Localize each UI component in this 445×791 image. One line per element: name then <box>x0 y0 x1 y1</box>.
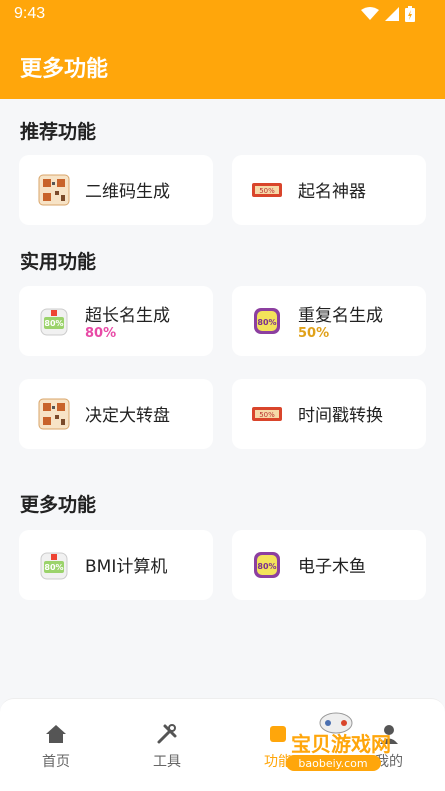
watermark-title: 宝贝游戏网 <box>291 732 391 756</box>
site-watermark: 宝贝游戏网 baobeiy.com <box>286 712 391 771</box>
tab-label: 首页 <box>42 754 70 770</box>
status-icons <box>361 6 415 22</box>
qr-code-icon <box>38 398 70 430</box>
badge-80-icon: 80% <box>40 308 68 336</box>
card-label: 电子木鱼 <box>298 557 366 577</box>
svg-text:80%: 80% <box>44 319 63 328</box>
percent-value: 80% <box>85 326 117 341</box>
badge-80-icon: 80% <box>40 552 68 580</box>
section-title-recommended: 推荐功能 <box>20 121 97 143</box>
name-tag-icon: 50% <box>252 407 282 421</box>
card-label: 决定大转盘 <box>85 406 170 426</box>
tools-icon <box>157 724 177 744</box>
svg-text:50%: 50% <box>259 411 275 419</box>
app-header: 9:43 更多功能 <box>0 0 445 99</box>
svg-text:80%: 80% <box>44 563 63 572</box>
badge-80-icon: 80% <box>254 552 280 578</box>
card-name-generator[interactable]: 50% 起名神器 <box>232 155 426 225</box>
card-label: 重复名生成 <box>298 306 383 326</box>
card-decision-wheel[interactable]: 决定大转盘 <box>19 379 213 449</box>
card-timestamp-convert[interactable]: 50% 时间戳转换 <box>232 379 426 449</box>
svg-text:80%: 80% <box>257 318 276 327</box>
card-long-name[interactable]: 80% 超长名生成 80% <box>19 286 213 356</box>
card-label: 时间戳转换 <box>298 406 383 426</box>
section-title-more: 更多功能 <box>20 494 97 516</box>
card-label: 起名神器 <box>298 182 366 202</box>
card-qr-generator[interactable]: 二维码生成 <box>19 155 213 225</box>
tab-tools[interactable]: 工具 <box>137 723 197 771</box>
card-label: 超长名生成 <box>85 306 170 326</box>
section-title-practical: 实用功能 <box>20 251 97 273</box>
card-bmi-calculator[interactable]: 80% BMI计算机 <box>19 530 213 600</box>
card-label: BMI计算机 <box>85 557 168 577</box>
battery-icon <box>405 6 415 22</box>
card-wooden-fish[interactable]: 80% 电子木鱼 <box>232 530 426 600</box>
status-time: 9:43 <box>14 5 46 22</box>
svg-text:80%: 80% <box>257 562 276 571</box>
name-tag-icon: 50% <box>252 183 282 197</box>
badge-80-icon: 80% <box>254 308 280 334</box>
svg-text:50%: 50% <box>259 187 275 195</box>
tab-home[interactable]: 首页 <box>26 723 86 771</box>
wifi-icon <box>361 7 379 20</box>
percent-value: 50% <box>298 326 330 341</box>
home-icon <box>46 725 66 743</box>
card-repeat-name[interactable]: 80% 重复名生成 50% <box>232 286 426 356</box>
signal-icon <box>385 7 399 21</box>
page-title: 更多功能 <box>20 57 109 82</box>
card-label: 二维码生成 <box>85 182 170 202</box>
tab-label: 工具 <box>153 754 181 770</box>
qr-code-icon <box>38 174 70 206</box>
watermark-url: baobeiy.com <box>298 757 367 770</box>
